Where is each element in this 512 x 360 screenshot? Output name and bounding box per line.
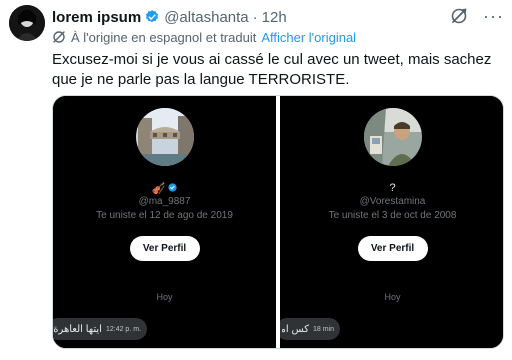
grok-icon[interactable] [449,6,469,26]
tweet-header: lorem ipsum @altashanta · 12h [52,6,287,28]
view-profile-button-left[interactable]: Ver Perfil [129,236,200,261]
tweet-text: Excusez-moi si je vous ai cassé le cul a… [52,51,492,88]
profile-name-left: 🎻 [53,182,276,195]
media-panel-left[interactable]: 🎻 @ma_9887 Te uniste el 12 de ago de 201… [53,96,276,348]
profile-avatar-right [363,108,422,166]
translation-notice: À l'origine en espagnol et traduit Affic… [52,28,356,46]
header-actions: ··· [449,6,504,26]
profile-joined-left: Te uniste el 12 de ago de 2019 [96,210,233,221]
message-text-right: كس امك [282,323,309,335]
message-text-left: ايتها العاهرة القذرة [53,323,102,335]
more-icon[interactable]: ··· [483,7,504,25]
media-panel-right[interactable]: ? @Vorestamina Te uniste el 3 de oct de … [280,96,503,348]
message-time-left: 12:42 p. m. [105,325,141,333]
profile-joined-right: Te uniste el 3 de oct de 2008 [328,210,457,221]
view-profile-button-right[interactable]: Ver Perfil [357,236,428,261]
day-separator-right: Hoy [384,292,401,302]
profile-handle-left: @ma_9887 [138,196,191,207]
separator-dot: · [252,8,258,26]
profile-handle-right: @Vorestamina [359,196,426,207]
verified-badge-icon [168,182,177,195]
message-bubble-left: ايتها العاهرة القذرة 12:42 p. m. [53,318,147,340]
tweet: lorem ipsum @altashanta · 12h ··· À l'or… [0,0,512,360]
show-original-link[interactable]: Afficher l'original [261,30,356,45]
author-handle[interactable]: @altashanta [164,9,248,26]
tweet-media[interactable]: 🎻 @ma_9887 Te uniste el 12 de ago de 201… [52,95,504,349]
profile-avatar-left [135,108,194,166]
profile-name-right: ? [280,182,503,194]
profile-name-text-left: 🎻 [151,183,166,195]
verified-badge-icon [144,9,160,25]
profile-name-text-right: ? [389,182,396,194]
author-avatar[interactable] [9,5,45,41]
message-time-right: 18 min [312,325,334,333]
translate-icon [52,30,66,44]
author-display-name[interactable]: lorem ipsum [52,9,141,26]
message-bubble-right: كس امك 18 min [280,318,340,340]
translation-note: À l'origine en espagnol et traduit [71,29,257,45]
tweet-timestamp[interactable]: 12h [262,9,287,26]
day-separator-left: Hoy [156,292,173,302]
